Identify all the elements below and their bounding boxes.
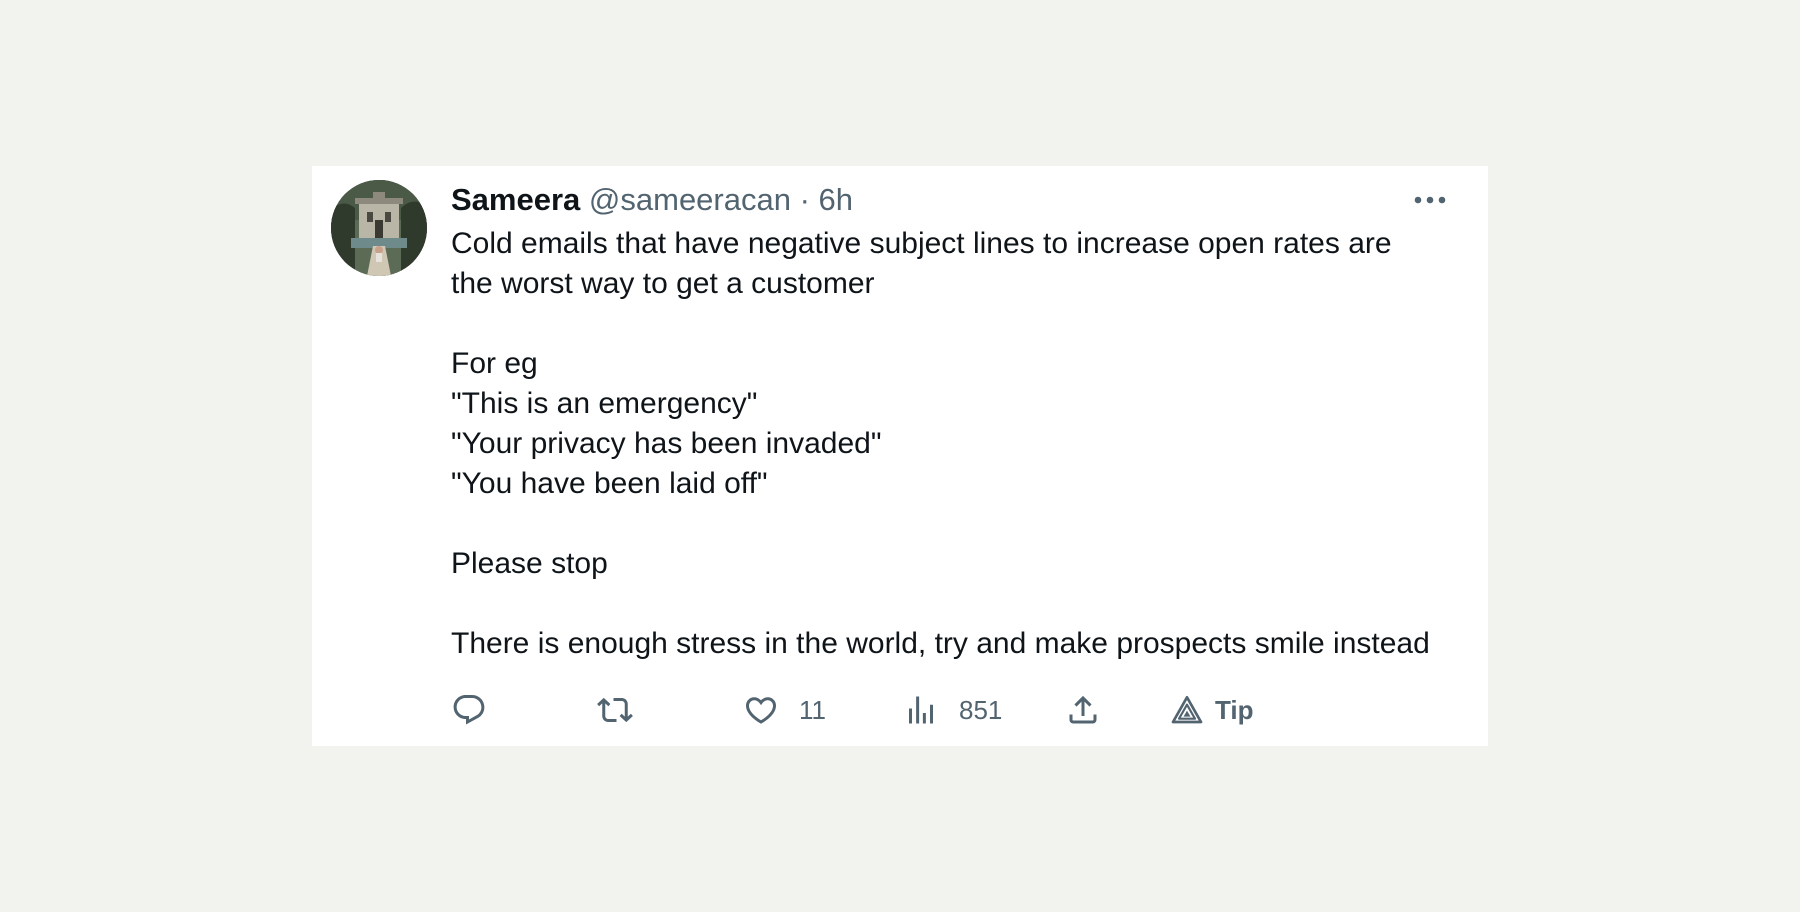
tweet-header: Sameera @sameeracan · 6h [451, 180, 853, 220]
heart-icon [745, 697, 777, 724]
tip-button[interactable]: Tip [1171, 690, 1254, 730]
author-handle[interactable]: @sameeracan [589, 182, 791, 217]
reply-button[interactable] [451, 690, 487, 730]
avatar[interactable] [331, 180, 427, 276]
share-button[interactable] [1065, 690, 1101, 730]
views-button[interactable]: 851 [903, 690, 1002, 730]
tweet-text-line: For eg [451, 347, 538, 380]
more-options-button[interactable] [1412, 186, 1448, 214]
tweet-text-line: There is enough stress in the world, try… [451, 627, 1430, 660]
header-separator: · [799, 182, 810, 217]
views-count: 851 [959, 694, 1003, 725]
avatar-image [331, 180, 427, 276]
tweet-text-line: Please stop [451, 547, 608, 580]
tweet-text-line: the worst way to get a customer [451, 267, 875, 300]
author-name[interactable]: Sameera [451, 182, 580, 217]
tweet-text-line: "You have been laid off" [451, 467, 768, 500]
reply-icon [453, 695, 485, 725]
tweet-text-line: Cold emails that have negative subject l… [451, 227, 1392, 260]
like-button[interactable]: 11 [743, 690, 826, 730]
tweet-text-line: "This is an emergency" [451, 387, 758, 420]
tweet-text-line: "Your privacy has been invaded" [451, 427, 882, 460]
share-icon [1069, 695, 1097, 724]
like-count: 11 [799, 694, 826, 725]
tweet-card: Sameera @sameeracan · 6h Cold emails tha… [312, 166, 1488, 746]
tweet-text: Cold emails that have negative subject l… [451, 224, 1471, 664]
tip-icon [1171, 696, 1203, 724]
more-dots-icon [1414, 196, 1446, 204]
retweet-icon [597, 697, 633, 723]
retweet-button[interactable] [597, 690, 633, 730]
bar-chart-icon [909, 696, 933, 724]
tweet-action-bar: 11 851 Tip [451, 690, 1351, 730]
tweet-timestamp[interactable]: 6h [819, 182, 853, 217]
tip-label: Tip [1215, 694, 1254, 725]
